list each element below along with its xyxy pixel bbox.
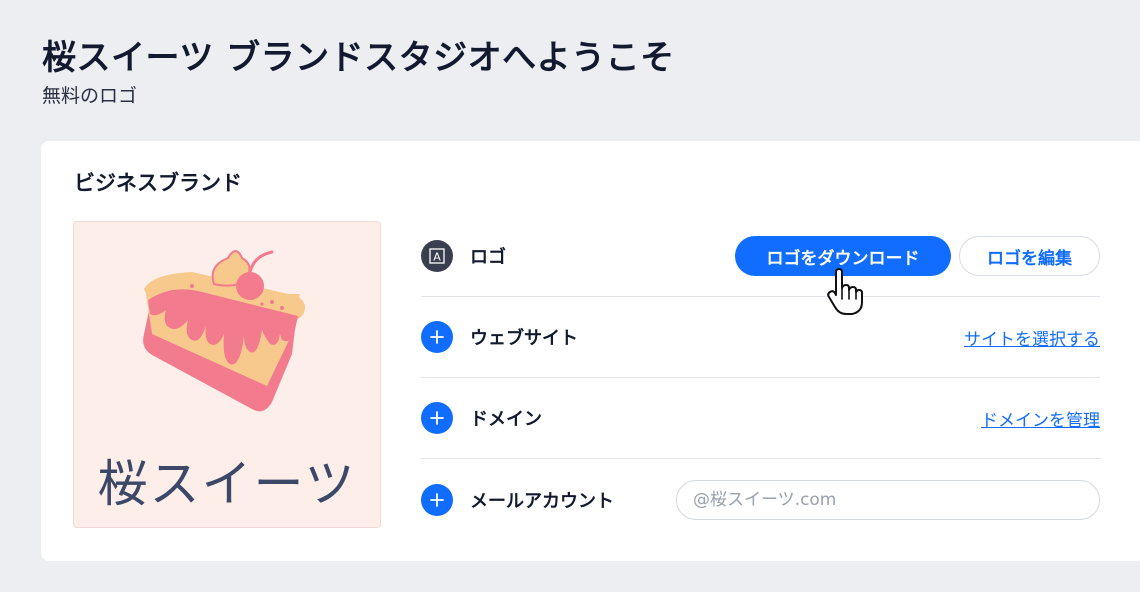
website-row: ウェブサイト サイトを選択する [421, 297, 1100, 378]
logo-row-label: ロゴ [470, 247, 506, 268]
brand-assets-list: A ロゴ ロゴをダウンロード ロゴを編集 ウェブサイト サイトを選択する ドメイ… [421, 216, 1100, 540]
download-logo-button[interactable]: ロゴをダウンロード [735, 236, 951, 276]
email-account-row: メールアカウント [421, 459, 1100, 540]
business-brand-card: ビジネスブランド 桜スイーツ A ロゴ ロゴをダウンロード ロゴを編集 ウェブサ… [41, 141, 1140, 561]
email-address-input[interactable] [676, 479, 1100, 520]
card-title: ビジネスブランド [74, 171, 242, 195]
cake-slice-icon [143, 250, 306, 412]
select-site-link[interactable]: サイトを選択する [964, 325, 1100, 350]
logo-icon: A [421, 240, 453, 272]
svg-text:A: A [433, 251, 441, 264]
domain-row-label: ドメイン [470, 409, 542, 430]
add-email-plus-icon[interactable] [421, 483, 453, 516]
website-row-label: ウェブサイト [470, 328, 578, 349]
logo-row: A ロゴ ロゴをダウンロード ロゴを編集 [421, 216, 1100, 297]
add-domain-plus-icon[interactable] [421, 402, 453, 434]
logo-brand-text: 桜スイーツ [97, 455, 357, 513]
manage-domain-link[interactable]: ドメインを管理 [981, 406, 1100, 431]
edit-logo-button[interactable]: ロゴを編集 [959, 236, 1100, 276]
page-subtitle: 無料のロゴ [42, 85, 138, 107]
logo-preview: 桜スイーツ [73, 221, 381, 528]
add-website-plus-icon[interactable] [421, 321, 453, 353]
logo-actions: ロゴをダウンロード ロゴを編集 [735, 216, 1100, 296]
email-account-row-label: メールアカウント [470, 490, 614, 512]
page-title: 桜スイーツ ブランドスタジオへようこそ [42, 38, 675, 78]
domain-row: ドメイン ドメインを管理 [421, 378, 1100, 459]
